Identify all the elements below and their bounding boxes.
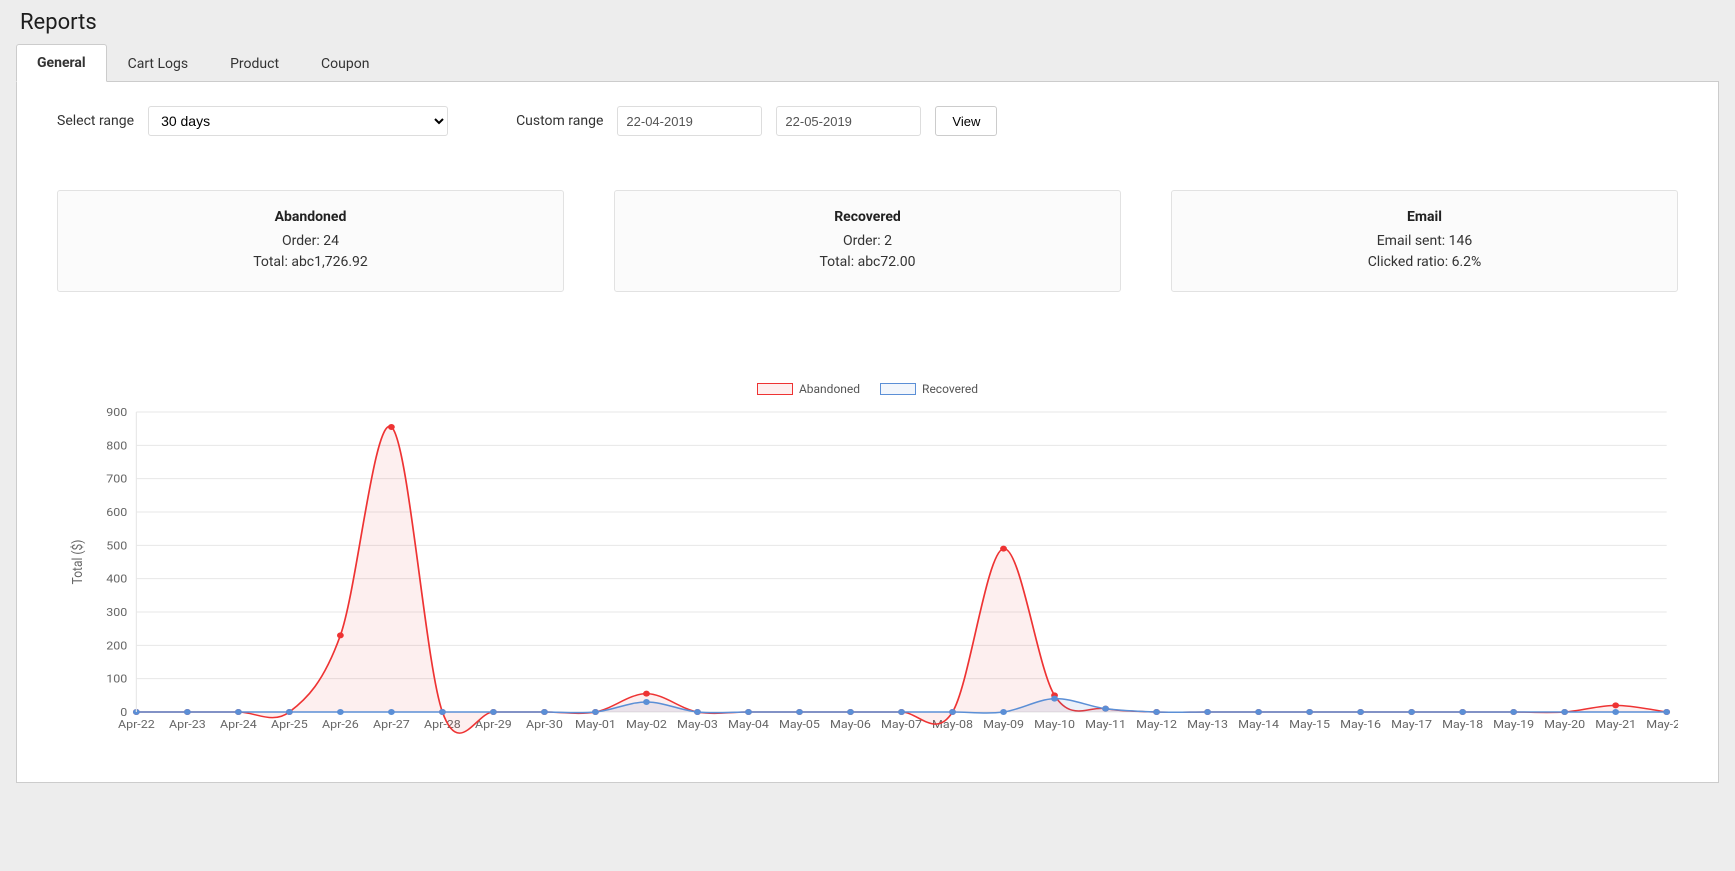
svg-text:600: 600 <box>106 506 127 519</box>
svg-text:May-11: May-11 <box>1085 718 1126 731</box>
svg-text:Apr-23: Apr-23 <box>169 718 206 731</box>
stat-title: Abandoned <box>68 209 553 225</box>
stat-order: Order: 24 <box>68 231 553 252</box>
page-title: Reports <box>16 10 1719 35</box>
svg-text:Apr-27: Apr-27 <box>373 718 410 731</box>
svg-text:Apr-30: Apr-30 <box>526 718 563 731</box>
legend-swatch-icon <box>880 383 916 395</box>
svg-text:May-19: May-19 <box>1493 718 1534 731</box>
chart-container: Abandoned Recovered 01002003004005006007… <box>57 382 1678 742</box>
tab-product[interactable]: Product <box>209 45 300 82</box>
svg-text:300: 300 <box>106 606 127 619</box>
tab-general[interactable]: General <box>16 44 107 82</box>
svg-text:800: 800 <box>106 439 127 452</box>
stat-order: Order: 2 <box>625 231 1110 252</box>
svg-text:May-02: May-02 <box>626 718 667 731</box>
tab-coupon[interactable]: Coupon <box>300 45 390 82</box>
controls-row: Select range 30 days Custom range View <box>57 106 1678 136</box>
svg-text:May-21: May-21 <box>1595 718 1636 731</box>
legend-label: Abandoned <box>799 382 860 396</box>
svg-text:May-17: May-17 <box>1391 718 1432 731</box>
svg-text:May-14: May-14 <box>1238 718 1279 731</box>
svg-text:900: 900 <box>106 406 127 419</box>
date-to-input[interactable] <box>776 106 921 136</box>
view-button[interactable]: View <box>935 106 997 136</box>
svg-text:700: 700 <box>106 472 127 485</box>
stat-card-abandoned: Abandoned Order: 24 Total: abc1,726.92 <box>57 190 564 292</box>
svg-text:400: 400 <box>106 572 127 585</box>
svg-text:May-09: May-09 <box>983 718 1024 731</box>
stat-total: Total: abc1,726.92 <box>68 252 553 273</box>
svg-text:May-12: May-12 <box>1136 718 1177 731</box>
svg-text:May-15: May-15 <box>1289 718 1330 731</box>
svg-text:May-10: May-10 <box>1034 718 1075 731</box>
svg-text:May-20: May-20 <box>1544 718 1585 731</box>
svg-text:May-16: May-16 <box>1340 718 1381 731</box>
legend-item-recovered[interactable]: Recovered <box>880 382 978 396</box>
stat-card-email: Email Email sent: 146 Clicked ratio: 6.2… <box>1171 190 1678 292</box>
tab-cart-logs[interactable]: Cart Logs <box>107 45 209 82</box>
svg-text:May-13: May-13 <box>1187 718 1228 731</box>
svg-text:May-22: May-22 <box>1646 718 1678 731</box>
stat-sent: Email sent: 146 <box>1182 231 1667 252</box>
svg-text:500: 500 <box>106 539 127 552</box>
svg-text:Apr-22: Apr-22 <box>118 718 155 731</box>
svg-text:May-03: May-03 <box>677 718 718 731</box>
stat-title: Email <box>1182 209 1667 225</box>
custom-range-label: Custom range <box>516 113 603 129</box>
select-range-dropdown[interactable]: 30 days <box>148 106 448 136</box>
svg-text:May-01: May-01 <box>575 718 616 731</box>
svg-text:May-05: May-05 <box>779 718 820 731</box>
svg-text:May-04: May-04 <box>728 718 769 731</box>
select-range-label: Select range <box>57 113 134 129</box>
svg-text:May-06: May-06 <box>830 718 871 731</box>
svg-text:May-18: May-18 <box>1442 718 1483 731</box>
legend-label: Recovered <box>922 382 978 396</box>
svg-text:100: 100 <box>106 672 127 685</box>
stat-card-recovered: Recovered Order: 2 Total: abc72.00 <box>614 190 1121 292</box>
chart-legend: Abandoned Recovered <box>57 382 1678 396</box>
svg-text:Apr-25: Apr-25 <box>271 718 308 731</box>
legend-swatch-icon <box>757 383 793 395</box>
stat-ratio: Clicked ratio: 6.2% <box>1182 252 1667 273</box>
svg-text:Total ($): Total ($) <box>70 540 86 585</box>
date-from-input[interactable] <box>617 106 762 136</box>
stat-title: Recovered <box>625 209 1110 225</box>
area-chart: 0100200300400500600700800900Total ($)Apr… <box>57 402 1678 742</box>
svg-text:200: 200 <box>106 639 127 652</box>
svg-text:Apr-26: Apr-26 <box>322 718 359 731</box>
stat-cards: Abandoned Order: 24 Total: abc1,726.92 R… <box>57 190 1678 292</box>
report-panel: Select range 30 days Custom range View A… <box>16 82 1719 783</box>
svg-text:May-07: May-07 <box>881 718 922 731</box>
stat-total: Total: abc72.00 <box>625 252 1110 273</box>
svg-text:Apr-24: Apr-24 <box>220 718 257 731</box>
legend-item-abandoned[interactable]: Abandoned <box>757 382 860 396</box>
tabs: GeneralCart LogsProductCoupon <box>16 43 1719 82</box>
